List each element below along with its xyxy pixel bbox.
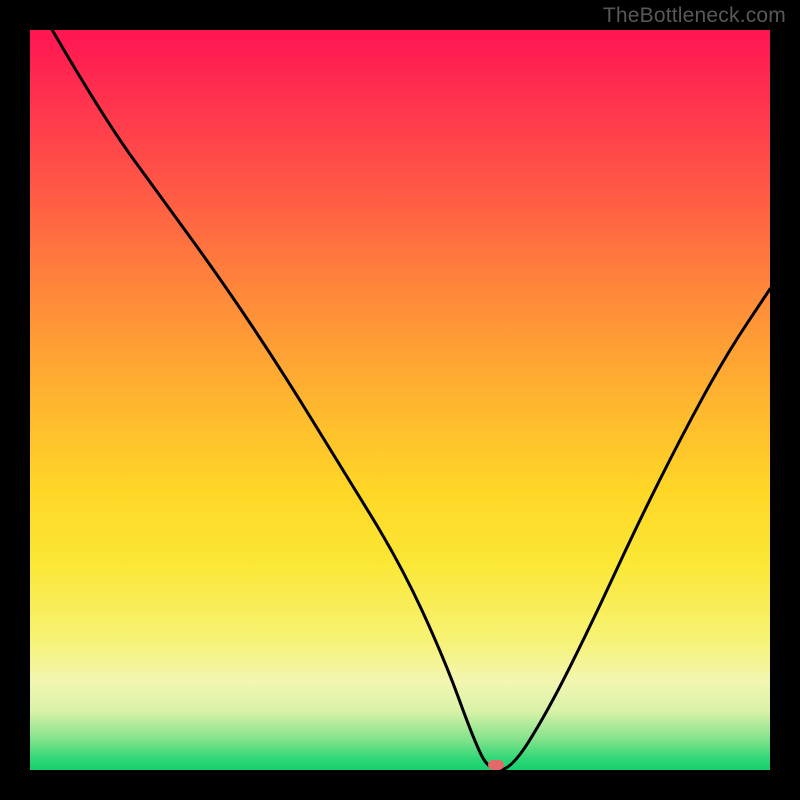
curve-svg [30,30,770,770]
watermark-text: TheBottleneck.com [603,4,786,28]
chart-frame: TheBottleneck.com [0,0,800,800]
optimal-marker [488,760,504,770]
bottleneck-curve [52,30,770,770]
plot-area [30,30,770,770]
